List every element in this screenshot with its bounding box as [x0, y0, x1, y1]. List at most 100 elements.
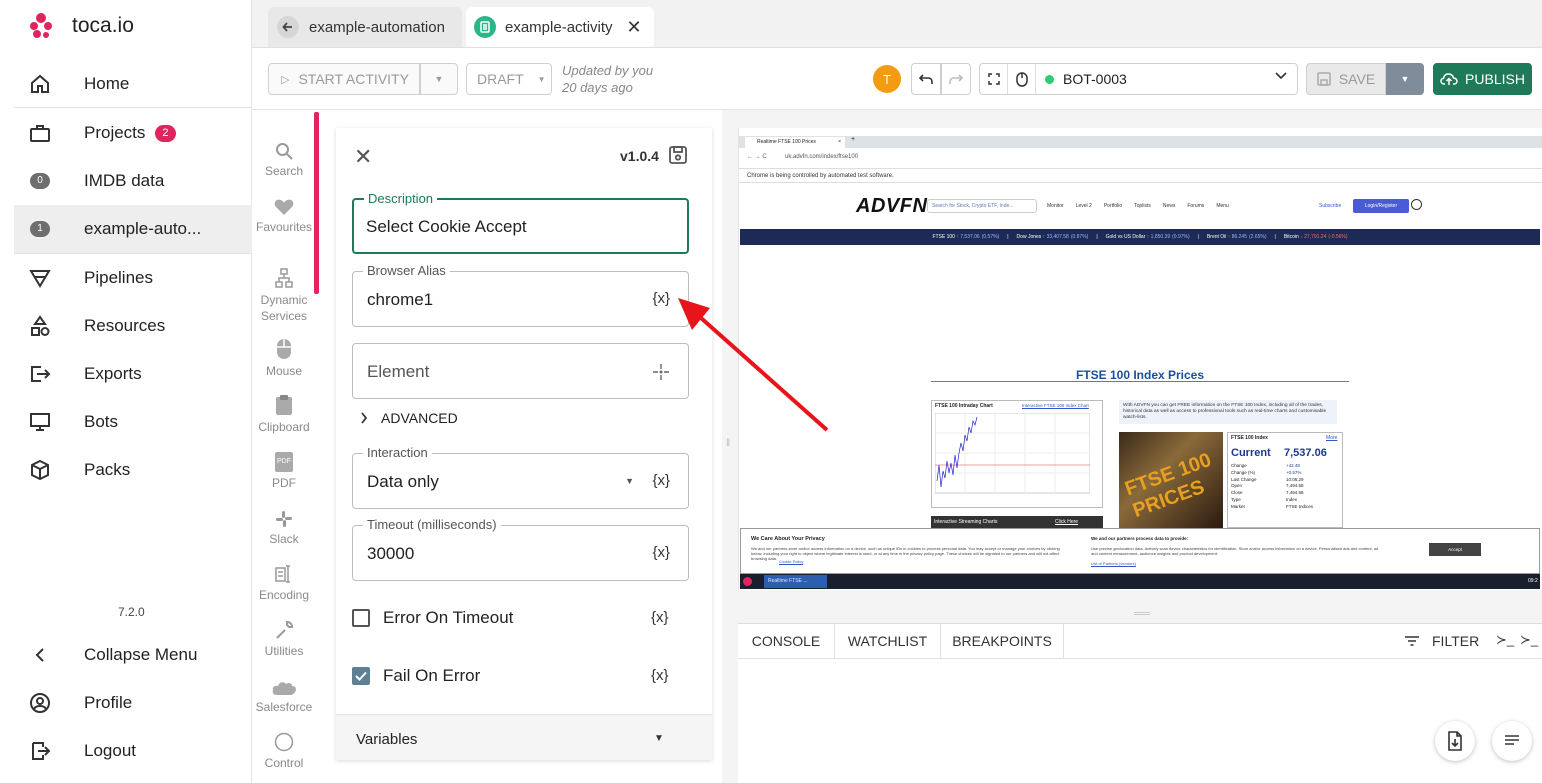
variable-toggle[interactable]: {x} [651, 667, 669, 684]
bot-selector[interactable]: BOT-0003 [979, 63, 1298, 95]
advanced-toggle[interactable]: ADVANCED [360, 410, 458, 426]
browser-tab-title: Realtime FTSE 100 Prices [757, 139, 816, 145]
wrap-lines-button[interactable] [1492, 721, 1532, 761]
terminal-icon-secondary[interactable]: ≻_ [1520, 632, 1538, 648]
horizontal-splitter[interactable] [738, 590, 1542, 623]
rail-scrollbar[interactable] [314, 112, 319, 294]
user-circle-icon [14, 692, 66, 714]
check-icon [355, 671, 367, 681]
control-icon [252, 726, 316, 752]
tab-label: CONSOLE [751, 633, 821, 649]
save-button[interactable]: SAVE [1306, 63, 1386, 95]
publish-label: PUBLISH [1465, 71, 1525, 87]
tab-example-automation[interactable]: example-automation [268, 7, 462, 47]
privacy-title: We Care About Your Privacy [751, 536, 825, 542]
variable-toggle[interactable]: {x} [652, 544, 670, 561]
user-avatar[interactable]: T [873, 65, 901, 93]
timeout-field[interactable]: Timeout (milliseconds) 30000 {x} [352, 517, 689, 581]
save-dropdown[interactable]: ▼ [1386, 63, 1424, 95]
sidebar-item-projects[interactable]: Projects 2 [14, 109, 252, 157]
tool-salesforce[interactable]: Salesforce [252, 670, 316, 714]
site-user-icon [1411, 199, 1422, 210]
brand[interactable]: toca.io [28, 12, 134, 40]
ticker-change: (0.57%) [981, 234, 1000, 240]
mouse-icon[interactable] [1008, 64, 1036, 94]
filter-button[interactable]: FILTER [1404, 633, 1479, 649]
tool-favourites[interactable]: Favourites [252, 190, 316, 234]
intraday-chart-box: FTSE 100 Intraday Chart Interactive FTSE… [931, 400, 1103, 508]
description-field[interactable]: Description Select Cookie Accept [352, 191, 689, 254]
tab-example-activity[interactable]: example-activity ✕ [466, 7, 654, 47]
terminal-icon[interactable]: ≻_ [1496, 632, 1514, 648]
start-activity-button[interactable]: ▷ START ACTIVITY [268, 63, 420, 95]
sidebar-item-resources[interactable]: Resources [14, 302, 252, 350]
fail-on-error-checkbox[interactable] [352, 667, 370, 685]
ticker-separator: | [1096, 234, 1098, 240]
variable-toggle[interactable]: {x} [652, 290, 670, 307]
description-input[interactable]: Select Cookie Accept [366, 217, 527, 237]
draft-select[interactable]: DRAFT ▼ [466, 63, 552, 95]
editor-tab-bar: example-automation example-activity ✕ [252, 0, 1542, 48]
sidebar-item-imdb-data[interactable]: 0 IMDB data [14, 157, 252, 205]
browser-tab: Realtime FTSE 100 Prices × [745, 137, 845, 148]
variables-section[interactable]: Variables ▼ [336, 714, 712, 760]
tool-dynamic-services[interactable]: Dynamic Services [252, 262, 316, 324]
tab-console[interactable]: CONSOLE [738, 624, 835, 658]
tool-slack[interactable]: Slack [252, 502, 316, 546]
lines-icon [1505, 735, 1519, 745]
cookie-accept-button[interactable]: Accept [1429, 543, 1481, 556]
shapes-icon [14, 315, 66, 337]
tool-clipboard[interactable]: Clipboard [252, 390, 316, 434]
stat-value: 10:06:29 [1286, 476, 1304, 482]
ticker-value: 7,537.06 [960, 234, 980, 240]
close-icon[interactable]: ✕ [354, 144, 372, 170]
tool-utilities[interactable]: Utilities [252, 614, 316, 658]
interaction-select[interactable]: Interaction Data only ▼ {x} [352, 445, 689, 509]
tab-watchlist[interactable]: WATCHLIST [835, 624, 941, 658]
sidebar-item-label: Resources [84, 316, 166, 335]
stat-key: Last Change [1231, 476, 1257, 482]
stat-value: Index [1286, 496, 1298, 502]
browser-alias-field[interactable]: Browser Alias chrome1 {x} [352, 263, 689, 327]
field-label: Description [364, 191, 438, 206]
sidebar-item-home[interactable]: Home [14, 60, 252, 108]
publish-button[interactable]: PUBLISH [1433, 63, 1532, 95]
back-arrow-icon[interactable] [277, 16, 299, 38]
variable-toggle[interactable]: {x} [651, 609, 669, 626]
sidebar-item-logout[interactable]: Logout [14, 727, 252, 775]
interaction-value: Data only [367, 472, 439, 491]
activity-icon [474, 16, 496, 38]
error-on-timeout-checkbox[interactable] [352, 609, 370, 627]
new-tab-icon: + [851, 136, 856, 143]
close-tab-icon[interactable]: ✕ [627, 17, 642, 38]
tab-breakpoints[interactable]: BREAKPOINTS [941, 624, 1064, 658]
timeout-input[interactable]: 30000 [367, 544, 414, 564]
tool-mouse[interactable]: Mouse [252, 334, 316, 378]
sidebar-item-packs[interactable]: Packs [14, 446, 252, 494]
vertical-splitter[interactable]: ‖ [722, 110, 738, 783]
sidebar-item-exports[interactable]: Exports [14, 350, 252, 398]
element-field[interactable]: Element [352, 343, 689, 399]
caret-down-icon: ▼ [1400, 74, 1410, 84]
start-activity-dropdown[interactable]: ▼ [420, 63, 458, 95]
sidebar-item-example-automation[interactable]: 1 example-auto... [14, 205, 252, 253]
element-picker-icon[interactable] [652, 363, 670, 381]
tool-encoding[interactable]: Encoding [252, 558, 316, 602]
fullscreen-icon[interactable] [980, 64, 1008, 94]
variable-toggle[interactable]: {x} [652, 472, 670, 489]
element-input[interactable]: Element [367, 362, 429, 382]
index-stat-row: Change +42.48 [1231, 463, 1341, 470]
sidebar-item-profile[interactable]: Profile [14, 679, 252, 727]
browser-alias-input[interactable]: chrome1 [367, 290, 433, 310]
sidebar-item-pipelines[interactable]: Pipelines [14, 254, 252, 302]
tool-search[interactable]: Search [252, 134, 316, 178]
save-icon[interactable] [668, 145, 688, 165]
download-log-button[interactable] [1435, 721, 1475, 761]
tab-label: WATCHLIST [847, 633, 928, 649]
collapse-menu-button[interactable]: Collapse Menu [14, 631, 252, 679]
tool-pdf[interactable]: PDF PDF [252, 446, 316, 490]
undo-button[interactable] [911, 63, 941, 95]
redo-button[interactable] [941, 63, 971, 95]
tool-control[interactable]: Control [252, 726, 316, 770]
sidebar-item-bots[interactable]: Bots [14, 398, 252, 446]
